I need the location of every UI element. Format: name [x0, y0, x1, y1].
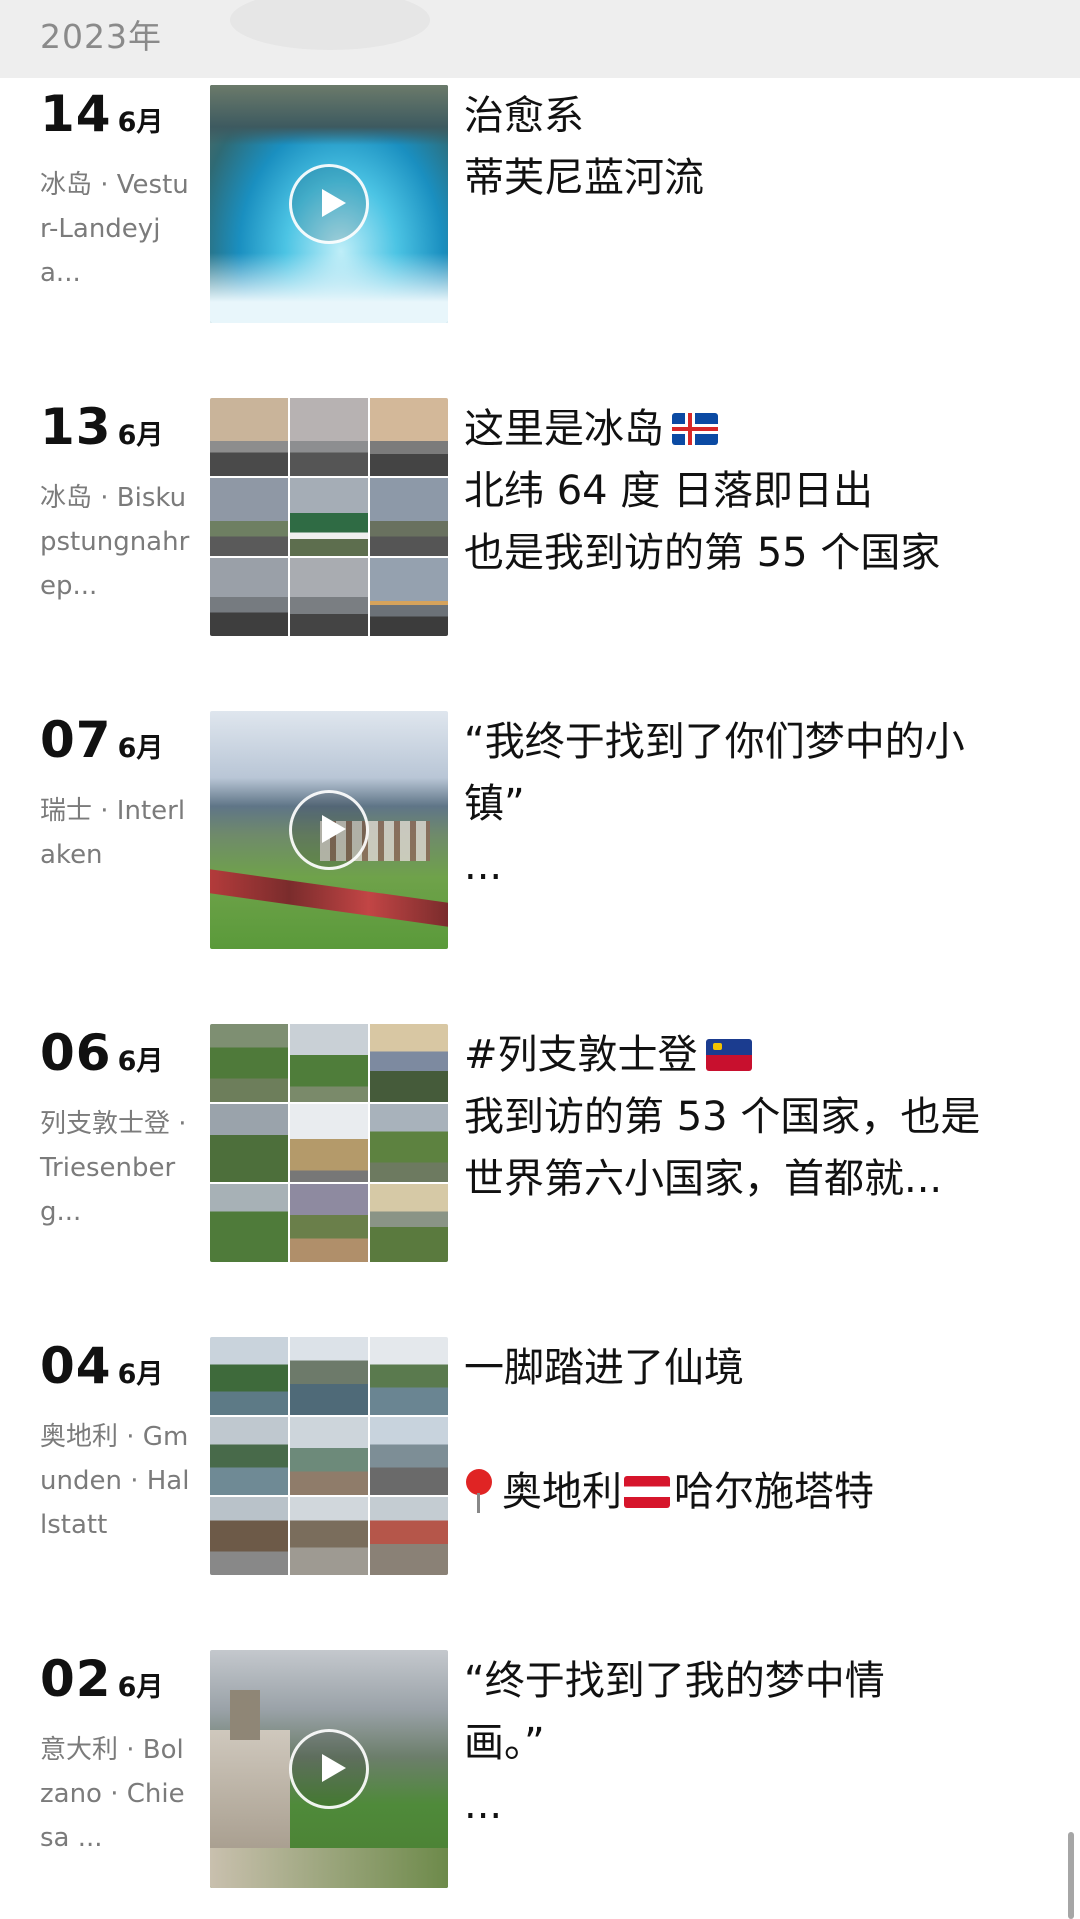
video-thumbnail[interactable] [210, 711, 448, 949]
austria-flag-icon [624, 1476, 670, 1508]
post-month: 6月 [117, 1359, 164, 1390]
post-caption: #列支敦士登 我到访的第 53 个国家，也是 世界第六小国家，首都就... [464, 1024, 1024, 1210]
video-thumbnail[interactable] [210, 1650, 448, 1888]
caption-line: 这里是冰岛 [464, 406, 664, 452]
post-date: 04 6月 [40, 1337, 163, 1397]
caption-line: 也是我到访的第 55 个国家 [464, 530, 941, 576]
caption-line [464, 1399, 1024, 1461]
post-location: 奥地利 · Gmunden · Hallstatt [40, 1422, 190, 1540]
caption-line: ... [464, 1782, 503, 1828]
post-month: 6月 [117, 733, 164, 764]
post-location: 瑞士 · Interlaken [40, 796, 186, 870]
moment-post[interactable]: 06 6月 列支敦士登 · Triesenberg... #列支敦士登 我到访的第… [0, 1024, 1080, 1264]
post-date: 13 6月 [40, 398, 163, 458]
caption-line: ... [464, 843, 503, 889]
post-day: 02 [40, 1650, 112, 1708]
play-icon [289, 1729, 369, 1809]
caption-line: “终于找到了我的梦中情画。” [464, 1658, 885, 1766]
caption-line: “我终于找到了你们梦中的小镇” [464, 719, 965, 827]
liechtenstein-flag-icon [705, 1039, 752, 1071]
post-day: 13 [40, 398, 112, 456]
post-date: 02 6月 [40, 1650, 163, 1710]
post-caption: 一脚踏进了仙境 奥地利 哈尔施塔特 [464, 1337, 1024, 1523]
post-day: 06 [40, 1024, 112, 1082]
post-month: 6月 [117, 420, 164, 451]
caption-line: 哈尔施塔特 [674, 1469, 874, 1515]
post-caption: 这里是冰岛 北纬 64 度 日落即日出 也是我到访的第 55 个国家 [464, 398, 1024, 584]
post-caption: “我终于找到了你们梦中的小镇” ... [464, 711, 1024, 897]
play-icon [289, 164, 369, 244]
post-month: 6月 [117, 107, 164, 138]
moment-post[interactable]: 04 6月 奥地利 · Gmunden · Hallstatt 一脚踏进了仙境 奥… [0, 1337, 1080, 1577]
post-day: 07 [40, 711, 112, 769]
moment-post[interactable]: 13 6月 冰岛 · Biskupstungnahrep... 这里是冰岛 北纬 … [0, 398, 1080, 638]
video-thumbnail[interactable] [210, 85, 448, 323]
year-header: 2023年 [0, 0, 1080, 78]
post-caption: 治愈系 蒂芙尼蓝河流 [464, 85, 1024, 209]
caption-line: 治愈系 [464, 93, 584, 139]
post-location: 冰岛 · Biskupstungnahrep... [40, 483, 190, 601]
photo-grid-thumbnail[interactable] [210, 1337, 448, 1575]
post-month: 6月 [117, 1672, 164, 1703]
iceland-flag-icon [672, 413, 718, 445]
post-caption: “终于找到了我的梦中情画。” ... [464, 1650, 1024, 1836]
post-day: 14 [40, 85, 112, 143]
caption-line: 一脚踏进了仙境 [464, 1345, 744, 1391]
moment-post[interactable]: 14 6月 冰岛 · Vestur-Landeyja... 治愈系 蒂芙尼蓝河流 [0, 85, 1080, 325]
caption-line: 奥地利 [502, 1469, 622, 1515]
post-day: 04 [40, 1337, 112, 1395]
moment-post[interactable]: 02 6月 意大利 · Bolzano · Chiesa ... “终于找到了我的… [0, 1650, 1080, 1890]
play-icon [289, 790, 369, 870]
location-pin-icon [464, 1469, 494, 1513]
photo-grid-thumbnail[interactable] [210, 1024, 448, 1262]
scrollbar[interactable] [1068, 1832, 1074, 1919]
year-label: 2023年 [40, 17, 162, 56]
post-location: 冰岛 · Vestur-Landeyja... [40, 170, 189, 288]
caption-line: 世界第六小国家，首都就... [464, 1156, 943, 1202]
photo-grid-thumbnail[interactable] [210, 398, 448, 636]
post-date: 14 6月 [40, 85, 163, 145]
caption-line: 蒂芙尼蓝河流 [464, 155, 704, 201]
post-month: 6月 [117, 1046, 164, 1077]
caption-line: #列支敦士登 [464, 1032, 698, 1078]
caption-line: 北纬 64 度 日落即日出 [464, 468, 874, 514]
moment-post[interactable]: 07 6月 瑞士 · Interlaken “我终于找到了你们梦中的小镇” ... [0, 711, 1080, 951]
post-date: 07 6月 [40, 711, 163, 771]
post-location: 意大利 · Bolzano · Chiesa ... [40, 1735, 185, 1853]
post-location: 列支敦士登 · Triesenberg... [40, 1109, 187, 1227]
caption-line: 我到访的第 53 个国家，也是 [464, 1094, 981, 1140]
post-date: 06 6月 [40, 1024, 163, 1084]
